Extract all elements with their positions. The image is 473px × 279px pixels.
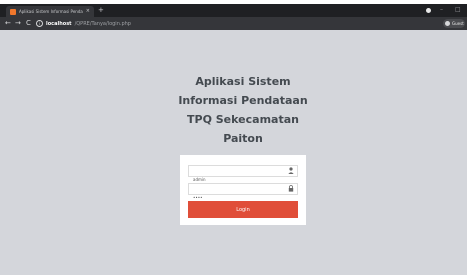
title-line: Informasi Pendataan xyxy=(178,94,308,107)
tab-title: Aplikasi Sistem Informasi Penda xyxy=(19,9,83,14)
url-path: /QPRE/Tanya/login.php xyxy=(74,20,131,27)
profile-button[interactable]: Guest xyxy=(443,19,465,28)
address-bar[interactable]: i localhost /QPRE/Tanya/login.php xyxy=(36,19,436,28)
url-host: localhost xyxy=(46,20,72,27)
password-field-wrapper xyxy=(188,183,298,203)
tab-close-icon[interactable]: × xyxy=(86,9,90,14)
login-button[interactable]: Login xyxy=(188,201,298,218)
info-icon[interactable]: i xyxy=(36,20,43,27)
maximize-icon[interactable]: □ xyxy=(455,6,461,14)
back-button[interactable]: ← xyxy=(5,19,11,28)
forward-button[interactable]: → xyxy=(15,19,21,28)
title-line: Aplikasi Sistem xyxy=(195,75,291,88)
page-title: Aplikasi Sistem Informasi Pendataan TPQ … xyxy=(160,72,326,148)
avatar-icon xyxy=(445,21,450,26)
title-line: Paiton xyxy=(223,132,263,145)
page-content: Aplikasi Sistem Informasi Pendataan TPQ … xyxy=(0,30,467,275)
lock-icon xyxy=(288,185,294,195)
browser-toolbar: ← → C i localhost /QPRE/Tanya/login.php … xyxy=(0,17,467,30)
browser-tab[interactable]: Aplikasi Sistem Informasi Penda × xyxy=(6,6,94,17)
new-tab-button[interactable]: + xyxy=(98,6,104,15)
browser-window: Aplikasi Sistem Informasi Penda × + – □ … xyxy=(0,4,467,275)
tab-strip: Aplikasi Sistem Informasi Penda × + – □ xyxy=(0,4,467,17)
login-form: Login xyxy=(180,155,306,225)
user-icon xyxy=(288,167,294,177)
profile-label: Guest xyxy=(452,21,464,26)
favicon-icon xyxy=(10,8,16,15)
minimize-icon[interactable]: – xyxy=(440,6,443,14)
record-indicator-icon xyxy=(426,8,431,13)
username-field-wrapper xyxy=(188,165,298,185)
reload-button[interactable]: C xyxy=(26,19,31,28)
title-line: TPQ Sekecamatan xyxy=(187,113,299,126)
